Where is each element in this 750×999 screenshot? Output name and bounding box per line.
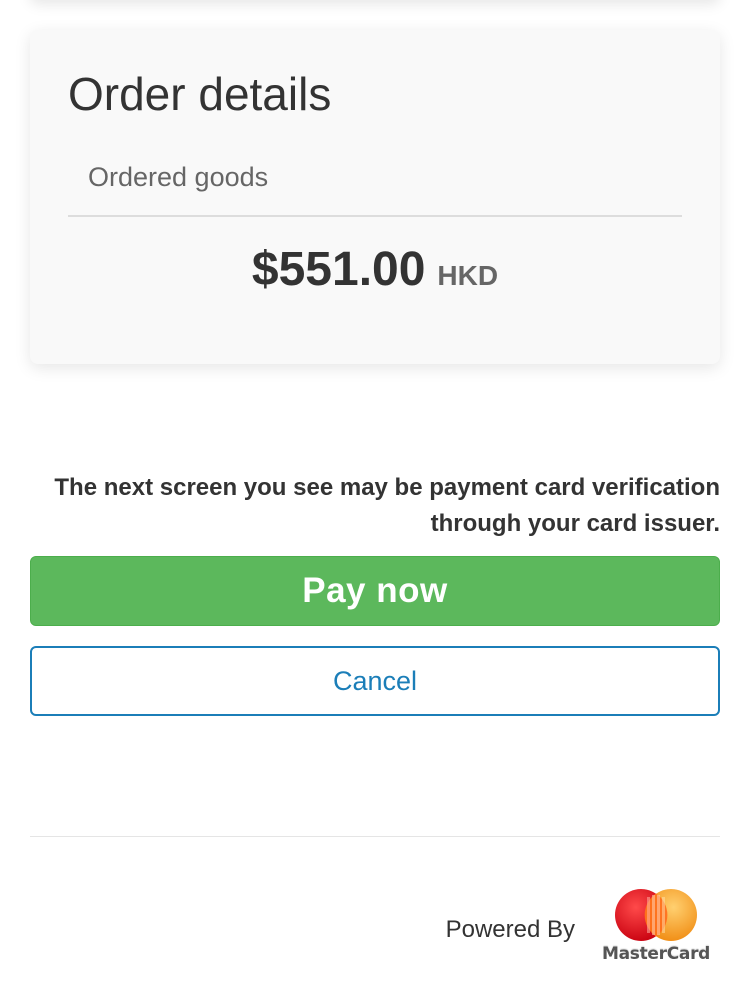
cancel-button[interactable]: Cancel xyxy=(30,646,720,716)
footer-divider xyxy=(30,836,720,837)
card-divider xyxy=(68,215,682,217)
verification-notice: The next screen you see may be payment c… xyxy=(54,474,720,537)
pay-now-button[interactable]: Pay now xyxy=(30,556,720,626)
ordered-goods-label: Ordered goods xyxy=(88,162,269,192)
amount-currency: HKD xyxy=(437,260,499,291)
order-amount: $551.00 HKD xyxy=(30,242,720,297)
powered-by-label: Powered By xyxy=(445,916,575,943)
mastercard-wordmark: MasterCard xyxy=(601,944,711,964)
mastercard-circles-icon xyxy=(615,889,697,941)
amount-value: $551.00 xyxy=(251,243,426,296)
order-details-title: Order details xyxy=(68,68,332,120)
order-details-card: Order details Ordered goods $551.00 HKD xyxy=(30,30,720,364)
payment-page: Order details Ordered goods $551.00 HKD T… xyxy=(0,0,750,999)
mastercard-logo: MasterCard xyxy=(600,888,712,970)
